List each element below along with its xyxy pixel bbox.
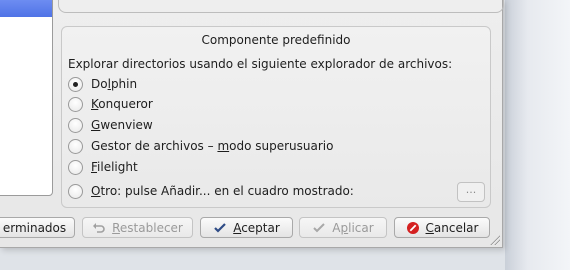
- option-dolphin[interactable]: Dolphin: [68, 75, 137, 93]
- defaults-button-label: erminados: [2, 220, 67, 235]
- option-file-manager-superuser[interactable]: Gestor de archivos – modo superusuario: [68, 137, 333, 155]
- radio-gwenview[interactable]: [68, 117, 83, 133]
- top-frame: [58, 0, 504, 13]
- radio-konqueror[interactable]: [68, 96, 83, 112]
- browse-other-button[interactable]: ...: [457, 182, 485, 202]
- option-label: Konqueror: [91, 97, 153, 111]
- option-label: Dolphin: [91, 77, 138, 91]
- option-label: Gestor de archivos – modo superusuario: [91, 139, 334, 153]
- resize-grip[interactable]: [490, 235, 500, 245]
- selected-list-item[interactable]: [0, 0, 52, 17]
- default-component-group: Componente predefinido Explorar director…: [61, 26, 491, 208]
- cancel-icon: [406, 221, 420, 235]
- radio-filelight[interactable]: [68, 159, 83, 175]
- accept-button[interactable]: Aceptar: [200, 217, 293, 238]
- radio-file-manager-superuser[interactable]: [68, 138, 83, 154]
- apply-button[interactable]: Aplicar: [299, 217, 387, 238]
- radio-other[interactable]: [68, 183, 83, 199]
- group-title: Componente predefinido: [201, 33, 351, 47]
- intro-label: Explorar directorios usando el siguiente…: [68, 57, 453, 71]
- checkmark-icon: [312, 221, 326, 235]
- option-other[interactable]: Otro: pulse Añadir... en el cuadro mostr…: [68, 182, 354, 200]
- cancel-button-label: Cancelar: [425, 220, 479, 235]
- option-label: Otro: pulse Añadir... en el cuadro mostr…: [91, 184, 354, 198]
- reset-button[interactable]: Restablecer: [82, 217, 193, 238]
- option-label: Gwenview: [91, 118, 153, 132]
- apply-button-label: Aplicar: [332, 220, 374, 235]
- option-label: Filelight: [91, 160, 138, 174]
- category-list[interactable]: [0, 0, 53, 196]
- settings-dialog: Componente predefinido Explorar director…: [0, 0, 504, 248]
- reset-button-label: Restablecer: [112, 220, 183, 235]
- defaults-button[interactable]: erminados: [0, 217, 75, 238]
- option-filelight[interactable]: Filelight: [68, 158, 138, 176]
- reset-icon: [92, 221, 106, 235]
- checkmark-icon: [213, 221, 227, 235]
- option-gwenview[interactable]: Gwenview: [68, 116, 153, 134]
- radio-dolphin[interactable]: [68, 76, 83, 92]
- desktop-background: [505, 0, 570, 270]
- option-konqueror[interactable]: Konqueror: [68, 95, 153, 113]
- cancel-button[interactable]: Cancelar: [394, 217, 490, 238]
- accept-button-label: Aceptar: [233, 220, 280, 235]
